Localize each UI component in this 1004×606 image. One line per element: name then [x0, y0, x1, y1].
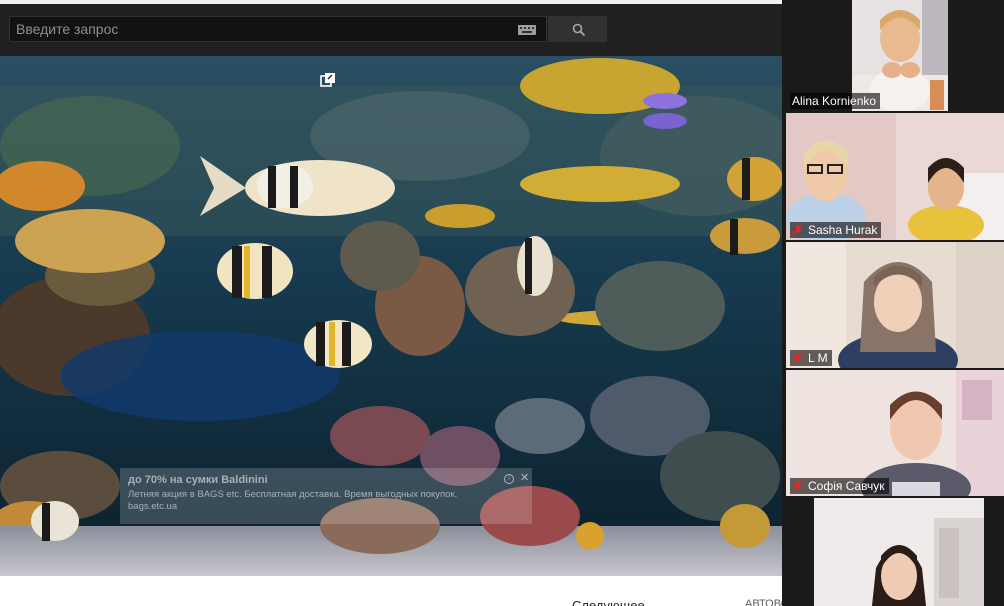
header-top-strip: [0, 0, 782, 4]
moorish-idol-fish-4: [517, 236, 553, 296]
moorish-idol-fish-5: [727, 157, 782, 201]
close-icon[interactable]: ✕: [520, 472, 529, 484]
participant-name: Sasha Hurak: [808, 223, 878, 237]
participant-name-tag: Софія Савчук: [790, 478, 889, 494]
browser-window: до 70% на сумки Baldinini Летняя акция в…: [0, 0, 813, 606]
participants-panel: Alina Kornienko Sasha Hurak L M Софія Са…: [782, 0, 1004, 606]
participant-tile-lm[interactable]: L M: [786, 242, 1004, 368]
participant-name: L M: [808, 351, 828, 365]
search-input[interactable]: [16, 17, 496, 41]
info-icon[interactable]: i: [504, 474, 514, 484]
video-player[interactable]: до 70% на сумки Baldinini Летняя акция в…: [0, 56, 782, 576]
ad-title[interactable]: до 70% на сумки Baldinini: [128, 474, 524, 486]
participant-name: Alina Kornienko: [792, 94, 877, 108]
ad-domain[interactable]: bags.etc.ua: [128, 501, 524, 513]
ad-overlay[interactable]: до 70% на сумки Baldinini Летняя акция в…: [120, 468, 532, 524]
participant-name-tag: Alina Kornienko: [790, 93, 881, 109]
mic-muted-icon: [792, 480, 804, 492]
up-next-label: Следующее: [572, 598, 645, 606]
participant-name-tag: Sasha Hurak: [790, 222, 882, 238]
participant-tile-5[interactable]: [786, 498, 1004, 606]
miniplayer-icon[interactable]: [320, 72, 336, 88]
participant-name: Софія Савчук: [808, 479, 885, 493]
participant-video: [814, 498, 984, 606]
youtube-header: [0, 0, 782, 56]
participant-tile-sofia[interactable]: Софія Савчук: [786, 370, 1004, 496]
search-button[interactable]: [548, 16, 607, 42]
moorish-idol-fish-2: [217, 243, 293, 299]
participant-tile-alina[interactable]: Alina Kornienko: [786, 0, 1004, 111]
moorish-idol-fish-7: [31, 501, 79, 541]
search-box[interactable]: [9, 16, 547, 42]
moorish-idol-fish-3: [304, 320, 372, 368]
mic-muted-icon: [792, 224, 804, 236]
keyboard-icon[interactable]: [518, 25, 536, 35]
below-video-area: Следующее АВТОВОСПР.: [0, 576, 813, 606]
participant-name-tag: L M: [790, 350, 832, 366]
screen: до 70% на сумки Baldinini Летняя акция в…: [0, 0, 1004, 606]
ad-description: Летняя акция в BAGS etc. Бесплатная дост…: [128, 489, 458, 500]
participant-video: [786, 113, 1004, 240]
mic-muted-icon: [792, 352, 804, 364]
moorish-idol-fish-1: [257, 164, 313, 208]
participant-tile-sasha[interactable]: Sasha Hurak: [786, 113, 1004, 240]
search-icon: [572, 23, 586, 37]
